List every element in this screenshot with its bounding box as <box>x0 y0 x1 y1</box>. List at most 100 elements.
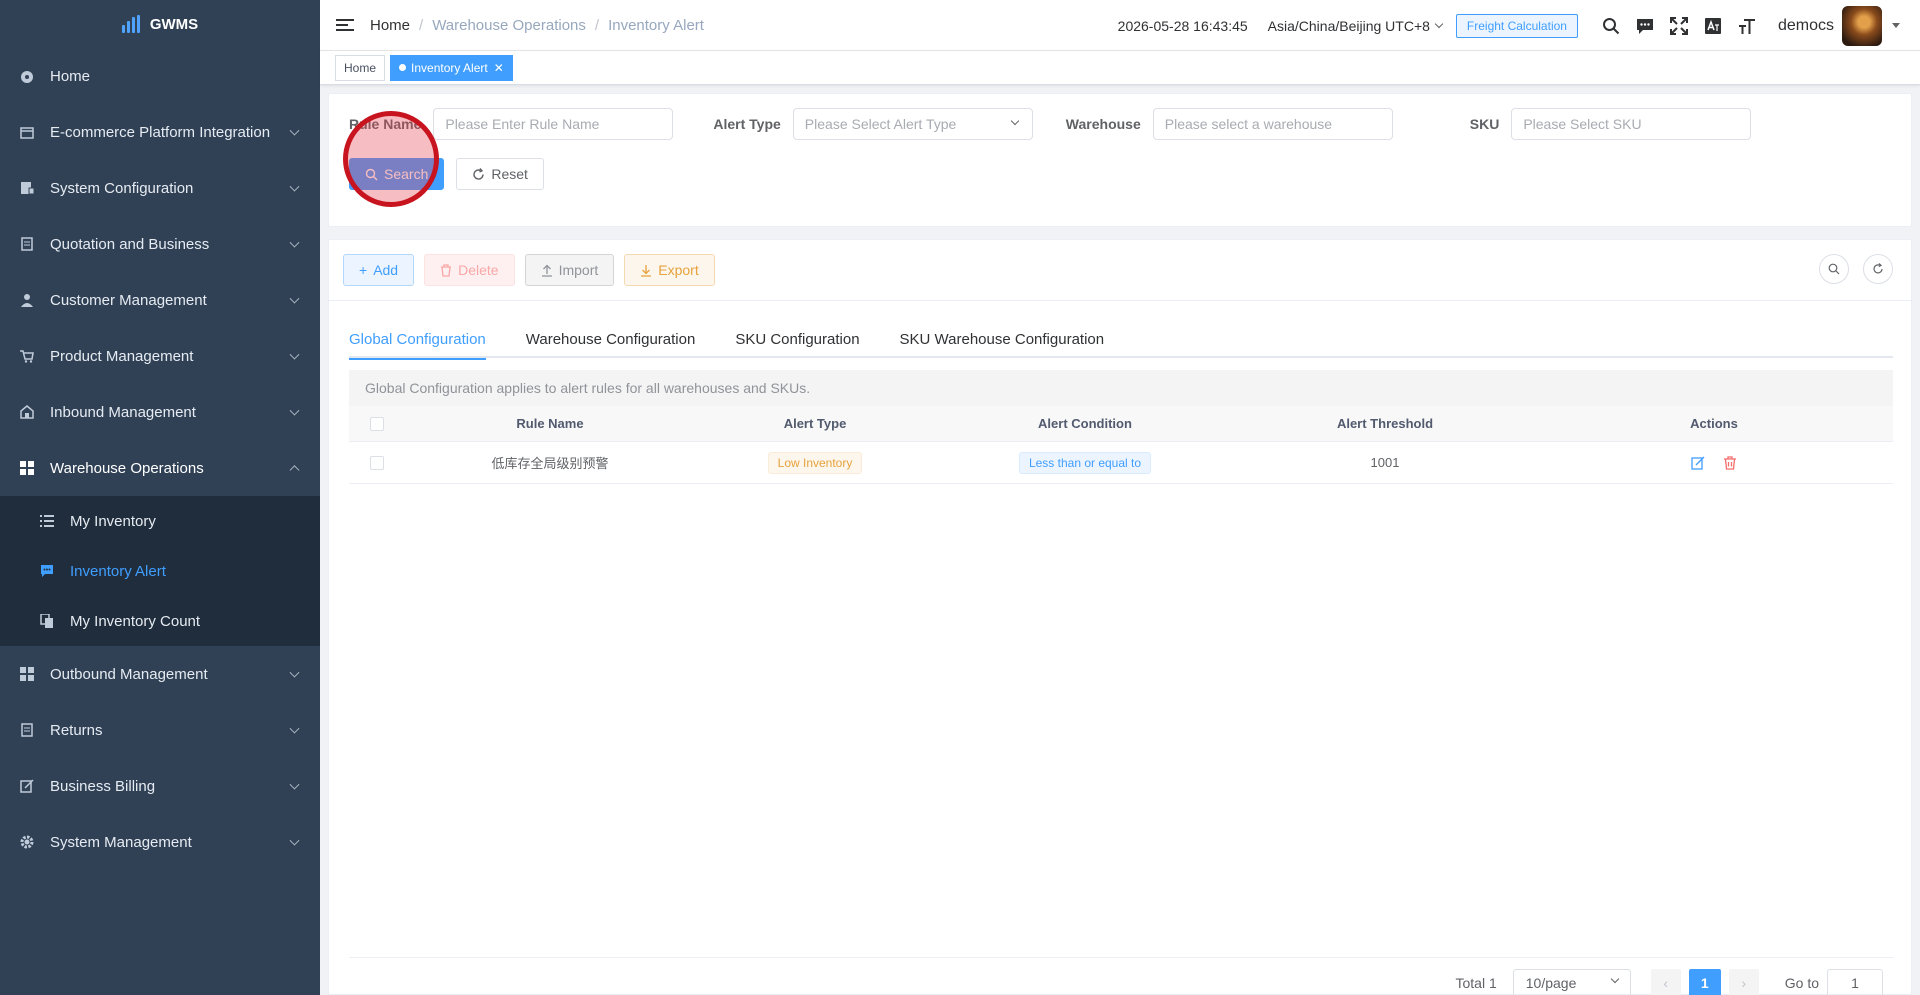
plus-icon: + <box>359 262 368 278</box>
import-button[interactable]: Import <box>524 254 615 286</box>
goto-page-input[interactable]: 1 <box>1827 969 1883 995</box>
export-button[interactable]: Export <box>624 254 715 286</box>
sidebar-item-warehouse-operations[interactable]: Warehouse Operations <box>0 440 320 496</box>
edit-icon <box>20 779 34 793</box>
page-size-select[interactable]: 10/page <box>1512 969 1631 995</box>
breadcrumb-separator: / <box>419 16 424 34</box>
tag-home[interactable]: Home <box>335 54 386 81</box>
upload-icon <box>541 264 552 277</box>
app-brand: GWMS <box>149 15 199 33</box>
font-size-icon[interactable] <box>1736 15 1758 37</box>
sidebar-item-outbound[interactable]: Outbound Management <box>0 646 320 702</box>
refresh-icon <box>1873 263 1883 274</box>
table-toolbar: + Add Delete Import Export <box>343 254 715 286</box>
delete-button-label: Delete <box>458 262 499 278</box>
sidebar-item-my-inventory-count[interactable]: My Inventory Count <box>0 596 320 646</box>
sidebar-item-inventory-alert[interactable]: Inventory Alert <box>0 546 320 596</box>
add-button-label: Add <box>373 262 399 278</box>
store-icon <box>20 125 34 139</box>
warehouse-select[interactable]: Please select a warehouse <box>1152 108 1393 140</box>
freight-calculation-button[interactable]: Freight Calculation <box>1455 13 1578 38</box>
sidebar-item-label: E-commerce Platform Integration <box>50 123 271 141</box>
column-header: Actions <box>1690 416 1738 431</box>
dashboard-icon <box>20 69 34 83</box>
sidebar-item-home[interactable]: Home <box>0 48 320 104</box>
row-checkbox[interactable] <box>370 455 384 470</box>
tab-warehouse-configuration[interactable]: Warehouse Configuration <box>526 320 696 358</box>
avatar[interactable] <box>1842 5 1882 46</box>
search-icon[interactable] <box>1600 15 1622 37</box>
document-icon <box>20 723 34 737</box>
alert-type-label: Alert Type <box>713 116 781 132</box>
sku-select[interactable]: Please Select SKU <box>1511 108 1752 140</box>
top-navbar: Home / Warehouse Operations / Inventory … <box>320 0 1920 51</box>
menu-toggle-icon[interactable] <box>336 19 354 31</box>
row-select-cell <box>349 455 405 470</box>
select-all-checkbox[interactable] <box>370 416 384 431</box>
timezone-select[interactable]: Asia/China/Beijing UTC+8 <box>1268 18 1444 34</box>
grid-icon <box>20 667 34 681</box>
search-icon <box>365 168 378 180</box>
toggle-search-button[interactable] <box>1819 254 1849 284</box>
search-form: Rule Name Please Enter Rule Name Alert T… <box>328 93 1912 227</box>
copy-icon <box>40 614 54 628</box>
breadcrumb-item[interactable]: Home <box>370 17 410 34</box>
search-button[interactable]: Search <box>349 158 445 190</box>
sidebar-item-product[interactable]: Product Management <box>0 328 320 384</box>
caret-down-icon[interactable] <box>1892 23 1900 28</box>
refresh-button[interactable] <box>1863 254 1893 284</box>
goto-label: Go to <box>1784 975 1819 991</box>
sidebar-item-returns[interactable]: Returns <box>0 702 320 758</box>
delete-button[interactable]: Delete <box>424 254 515 286</box>
reset-button-label: Reset <box>491 166 528 182</box>
sidebar-item-label: Customer Management <box>50 291 207 309</box>
alert-type-tag: Low Inventory <box>767 451 863 474</box>
tab-sku-configuration[interactable]: SKU Configuration <box>735 320 859 358</box>
trash-icon <box>441 263 452 277</box>
translate-icon[interactable] <box>1702 15 1724 37</box>
cart-icon <box>20 349 34 363</box>
reset-button[interactable]: Reset <box>456 158 544 190</box>
chevron-down-icon <box>289 125 300 136</box>
sidebar-item-label: Warehouse Operations <box>50 459 204 477</box>
rule-name-input[interactable]: Please Enter Rule Name <box>433 108 674 140</box>
sidebar-item-system-configuration[interactable]: System Configuration <box>0 160 320 216</box>
tab-sku-warehouse-configuration[interactable]: SKU Warehouse Configuration <box>900 320 1105 358</box>
chevron-down-icon <box>289 779 300 790</box>
sidebar-item-ecommerce[interactable]: E-commerce Platform Integration <box>0 104 320 160</box>
sidebar-item-my-inventory[interactable]: My Inventory <box>0 496 320 546</box>
sidebar-item-system-management[interactable]: System Management <box>0 814 320 870</box>
warehouse-icon <box>20 405 34 419</box>
refresh-icon <box>473 167 485 180</box>
tab-global-configuration[interactable]: Global Configuration <box>349 320 486 360</box>
config-tabs: Global Configuration Warehouse Configura… <box>349 320 1893 360</box>
info-alert: Global Configuration applies to alert ru… <box>349 370 1893 406</box>
sidebar-item-business-billing[interactable]: Business Billing <box>0 758 320 814</box>
delete-icon[interactable] <box>1723 455 1737 470</box>
warehouse-label: Warehouse <box>1065 116 1141 132</box>
next-page-button[interactable]: › <box>1728 969 1759 995</box>
tag-inventory-alert[interactable]: Inventory Alert ✕ <box>390 54 513 81</box>
chevron-down-icon <box>289 723 300 734</box>
sidebar-item-inbound[interactable]: Inbound Management <box>0 384 320 440</box>
sidebar-item-label: Returns <box>50 721 103 739</box>
page-number-current[interactable]: 1 <box>1688 969 1721 995</box>
add-button[interactable]: + Add <box>343 254 415 286</box>
message-icon[interactable] <box>1634 15 1656 37</box>
username[interactable]: democs <box>1778 17 1834 35</box>
alert-type-select[interactable]: Please Select Alert Type <box>792 108 1033 140</box>
prev-page-button[interactable]: ‹ <box>1650 969 1681 995</box>
sidebar-item-quotation[interactable]: Quotation and Business <box>0 216 320 272</box>
sidebar-item-customer[interactable]: Customer Management <box>0 272 320 328</box>
fullscreen-icon[interactable] <box>1668 15 1690 37</box>
download-icon <box>641 264 652 277</box>
alert-type-cell: Low Inventory <box>695 451 935 474</box>
rule-name-cell: 低库存全局级别预警 <box>491 456 609 471</box>
chevron-down-icon <box>289 667 300 678</box>
user-icon <box>20 293 34 307</box>
alert-condition-tag: Less than or equal to <box>1018 451 1152 474</box>
edit-icon[interactable] <box>1691 456 1705 470</box>
app-logo[interactable]: GWMS <box>0 0 320 48</box>
close-icon[interactable]: ✕ <box>494 61 504 75</box>
chevron-up-icon <box>289 465 300 476</box>
